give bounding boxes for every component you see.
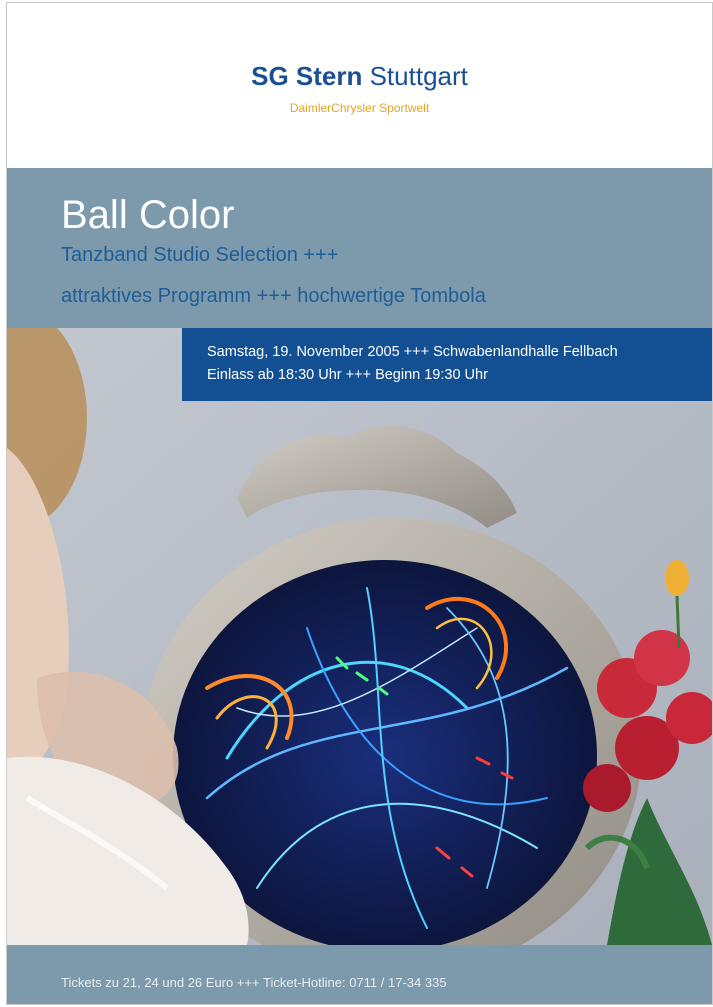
date-venue-line: Samstag, 19. November 2005 +++ Schwabenl… xyxy=(207,344,618,360)
event-subtitle-line-2: attraktives Programm +++ hochwertige Tom… xyxy=(61,285,486,307)
photo-illustration xyxy=(7,328,712,945)
brand-subtitle: DaimlerChrysler Sportwelt xyxy=(289,101,430,115)
header: SG Stern Stuttgart DaimlerChrysler Sport… xyxy=(7,3,712,168)
brand-logo: SG Stern Stuttgart xyxy=(7,61,712,92)
ticket-info: Tickets zu 21, 24 und 26 Euro +++ Ticket… xyxy=(61,975,447,990)
brand-name-bold: SG Stern xyxy=(251,61,363,91)
admission-time-line: Einlass ab 18:30 Uhr +++ Beginn 19:30 Uh… xyxy=(207,367,488,383)
brand-name-city: Stuttgart xyxy=(369,61,468,91)
event-title: Ball Color xyxy=(61,193,235,237)
event-poster: SG Stern Stuttgart DaimlerChrysler Sport… xyxy=(6,2,713,1005)
event-subtitle-line-1: Tanzband Studio Selection +++ xyxy=(61,244,339,266)
date-box xyxy=(182,328,712,401)
event-photo xyxy=(7,328,712,945)
